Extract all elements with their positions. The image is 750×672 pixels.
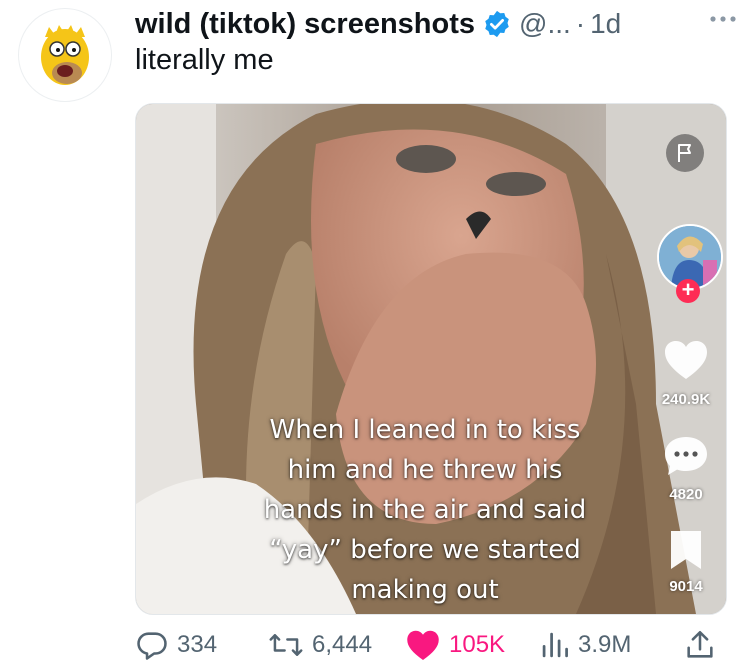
caption-line: him and he threw his <box>287 455 563 485</box>
view-count: 3.9M <box>578 631 632 658</box>
separator-dot: · <box>575 8 586 39</box>
tiktok-sidebar: + 240.9K 4820 9014 <box>646 104 726 614</box>
like-count: 240.9K <box>661 391 711 408</box>
comment-bubble-icon[interactable] <box>662 434 710 478</box>
views-button[interactable]: 3.9M <box>540 628 631 662</box>
more-options-icon[interactable] <box>706 4 740 34</box>
retweet-button[interactable]: 6,444 <box>268 628 372 662</box>
share-button[interactable] <box>683 628 725 662</box>
like-icon <box>407 630 439 660</box>
bookmark-icon[interactable] <box>662 528 710 572</box>
caption-line: making out <box>351 575 499 605</box>
tweet: wild (tiktok) screenshots @... · 1d lite… <box>0 0 750 672</box>
reply-count: 334 <box>177 631 218 658</box>
display-name[interactable]: wild (tiktok) screenshots <box>135 8 475 41</box>
handle[interactable]: @... <box>519 8 571 40</box>
reply-button[interactable]: 334 <box>135 628 217 662</box>
timestamp[interactable]: 1d <box>590 8 621 40</box>
tweet-header: wild (tiktok) screenshots @... · 1d <box>135 4 730 44</box>
retweet-icon <box>269 634 303 656</box>
caption-line: When I leaned in to kiss <box>269 415 581 445</box>
author-avatar[interactable] <box>18 8 112 102</box>
share-icon <box>687 630 713 658</box>
tweet-actions: 334 6,444 105K 3.9M <box>135 620 735 670</box>
caption-line: hands in the air and said <box>263 495 587 525</box>
tweet-media[interactable]: When I leaned in to kiss him and he thre… <box>135 103 727 615</box>
like-count: 105K <box>449 631 506 658</box>
save-count: 9014 <box>669 578 703 595</box>
tweet-text: literally me <box>135 44 274 76</box>
cartoon-character-icon <box>41 25 89 85</box>
follow-plus-icon[interactable]: + <box>676 279 700 303</box>
verified-badge-icon <box>485 10 509 38</box>
reply-icon <box>137 632 167 660</box>
caption-line: “yay” before we started <box>269 535 581 565</box>
like-button[interactable]: 105K <box>405 628 505 662</box>
video-caption: When I leaned in to kiss him and he thre… <box>240 410 610 610</box>
flag-icon <box>678 144 691 162</box>
heart-icon[interactable] <box>662 338 710 382</box>
flag-button[interactable] <box>666 134 704 172</box>
retweet-count: 6,444 <box>312 631 373 658</box>
views-icon <box>542 632 568 658</box>
comment-count: 4820 <box>669 486 703 503</box>
